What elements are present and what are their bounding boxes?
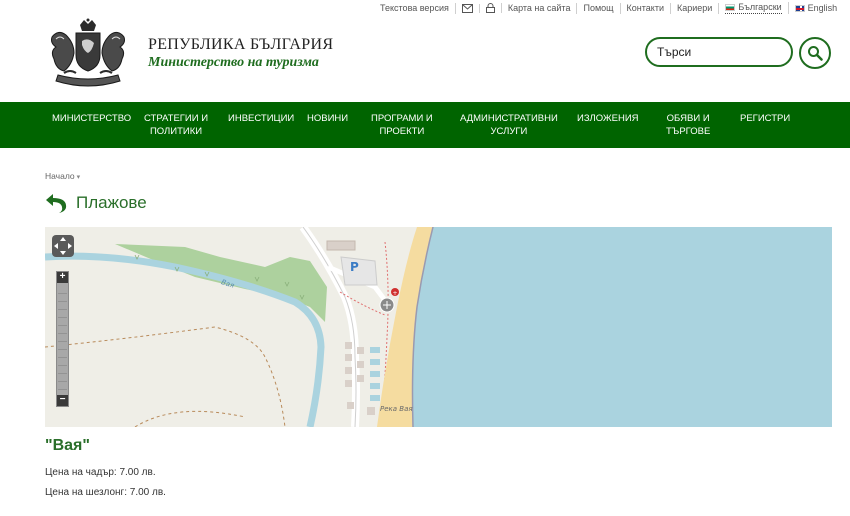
sitemap-label: Карта на сайта xyxy=(507,2,571,13)
search-button[interactable] xyxy=(799,37,831,69)
map-zoom-slider[interactable]: + − xyxy=(56,271,69,407)
bulgarian-flag-icon xyxy=(725,4,736,11)
breadcrumb-home[interactable]: Начало xyxy=(45,171,75,181)
zoom-out-button[interactable]: − xyxy=(57,395,68,406)
nav-item-label-2: ТЪРГОВЕ xyxy=(666,126,711,137)
map-tiles: + xyxy=(45,227,832,427)
breadcrumb-caret: ▾ xyxy=(76,174,81,181)
zoom-track[interactable] xyxy=(58,286,67,392)
nav-item-label-2: ПРОЕКТИ xyxy=(379,126,425,137)
utility-bar: Текстова версия Карта на сайта Помощ Кон… xyxy=(374,0,843,16)
nav-item-strategies[interactable]: СТРАТЕГИИ И ПОЛИТИКИ xyxy=(144,112,208,138)
site-subtitle: Министерство на туризма xyxy=(148,55,319,70)
nav-item-label: ПРОГРАМИ И xyxy=(371,113,433,124)
lang-en-label: English xyxy=(807,2,838,13)
zoom-in-button[interactable]: + xyxy=(57,272,68,283)
nav-item-label: МИНИСТЕРСТВО xyxy=(52,113,132,124)
nav-item-investments[interactable]: ИНВЕСТИЦИИ xyxy=(228,112,294,125)
nav-item-label: ИНВЕСТИЦИИ xyxy=(228,113,295,124)
main-navigation: МИНИСТЕРСТВО СТРАТЕГИИ И ПОЛИТИКИ ИНВЕСТИ… xyxy=(0,102,850,148)
nav-item-label: АДМИНИСТРАТИВНИ xyxy=(460,113,558,124)
lang-bg-label: Български xyxy=(738,2,782,12)
page-title: Плажове xyxy=(76,193,147,212)
sitemap-link[interactable]: Карта на сайта xyxy=(502,2,578,14)
text-version-link[interactable]: Текстова версия xyxy=(374,2,456,14)
search-icon xyxy=(808,46,823,61)
contacts-label: Контакти xyxy=(626,2,664,13)
uk-flag-icon xyxy=(794,4,805,12)
nav-item-label: ОБЯВИ И xyxy=(666,113,710,124)
beach-map[interactable]: + P Вая Река Вая + − xyxy=(45,227,832,427)
river-label-2: Река Вая xyxy=(380,405,413,413)
nav-item-admin-services[interactable]: АДМИНИСТРАТИВНИ УСЛУГИ xyxy=(460,112,558,138)
nav-item-announcements[interactable]: ОБЯВИ И ТЪРГОВЕ xyxy=(666,112,710,138)
map-pan-control[interactable] xyxy=(52,235,74,257)
careers-label: Кариери xyxy=(676,2,713,13)
sunbed-price: Цена на шезлонг: 7.00 лв. xyxy=(45,487,166,498)
back-arrow-icon[interactable] xyxy=(45,192,67,214)
nav-item-news[interactable]: НОВИНИ xyxy=(307,112,348,125)
email-icon xyxy=(461,3,473,13)
nav-item-label: РЕГИСТРИ xyxy=(740,113,791,124)
breadcrumb: Начало ▾ xyxy=(45,171,80,181)
nav-item-ministry[interactable]: МИНИСТЕРСТВО xyxy=(52,112,131,125)
nav-item-label-2: УСЛУГИ xyxy=(490,126,528,137)
nav-item-programs[interactable]: ПРОГРАМИ И ПРОЕКТИ xyxy=(371,112,433,138)
email-link[interactable] xyxy=(456,3,480,13)
nav-item-label: СТРАТЕГИИ И xyxy=(144,113,209,124)
beach-name: "Вая" xyxy=(45,437,90,454)
help-link[interactable]: Помощ xyxy=(577,2,621,14)
nav-item-label-2: ПОЛИТИКИ xyxy=(149,126,203,137)
lang-bg-wrap: Български xyxy=(725,2,782,14)
svg-text:+: + xyxy=(393,290,398,297)
login-link[interactable] xyxy=(480,3,502,13)
nav-item-exhibitions[interactable]: ИЗЛОЖЕНИЯ xyxy=(577,112,639,125)
coat-of-arms-icon[interactable] xyxy=(44,17,132,93)
careers-link[interactable]: Кариери xyxy=(671,2,720,14)
help-label: Помощ xyxy=(583,2,614,13)
lang-en-link[interactable]: English xyxy=(789,3,844,14)
nav-item-label: НОВИНИ xyxy=(307,113,349,124)
nav-item-label: ИЗЛОЖЕНИЯ xyxy=(577,113,639,124)
contacts-link[interactable]: Контакти xyxy=(621,2,671,14)
site-title: РЕПУБЛИКА БЪЛГАРИЯ xyxy=(148,36,334,53)
text-version-label: Текстова версия xyxy=(380,2,449,13)
umbrella-price: Цена на чадър: 7.00 лв. xyxy=(45,467,156,478)
search-input[interactable] xyxy=(645,37,793,67)
lang-bg-link[interactable]: Български xyxy=(719,2,789,14)
lock-icon xyxy=(485,3,495,13)
parking-label: P xyxy=(350,260,359,274)
nav-item-registers[interactable]: РЕГИСТРИ xyxy=(740,112,790,125)
